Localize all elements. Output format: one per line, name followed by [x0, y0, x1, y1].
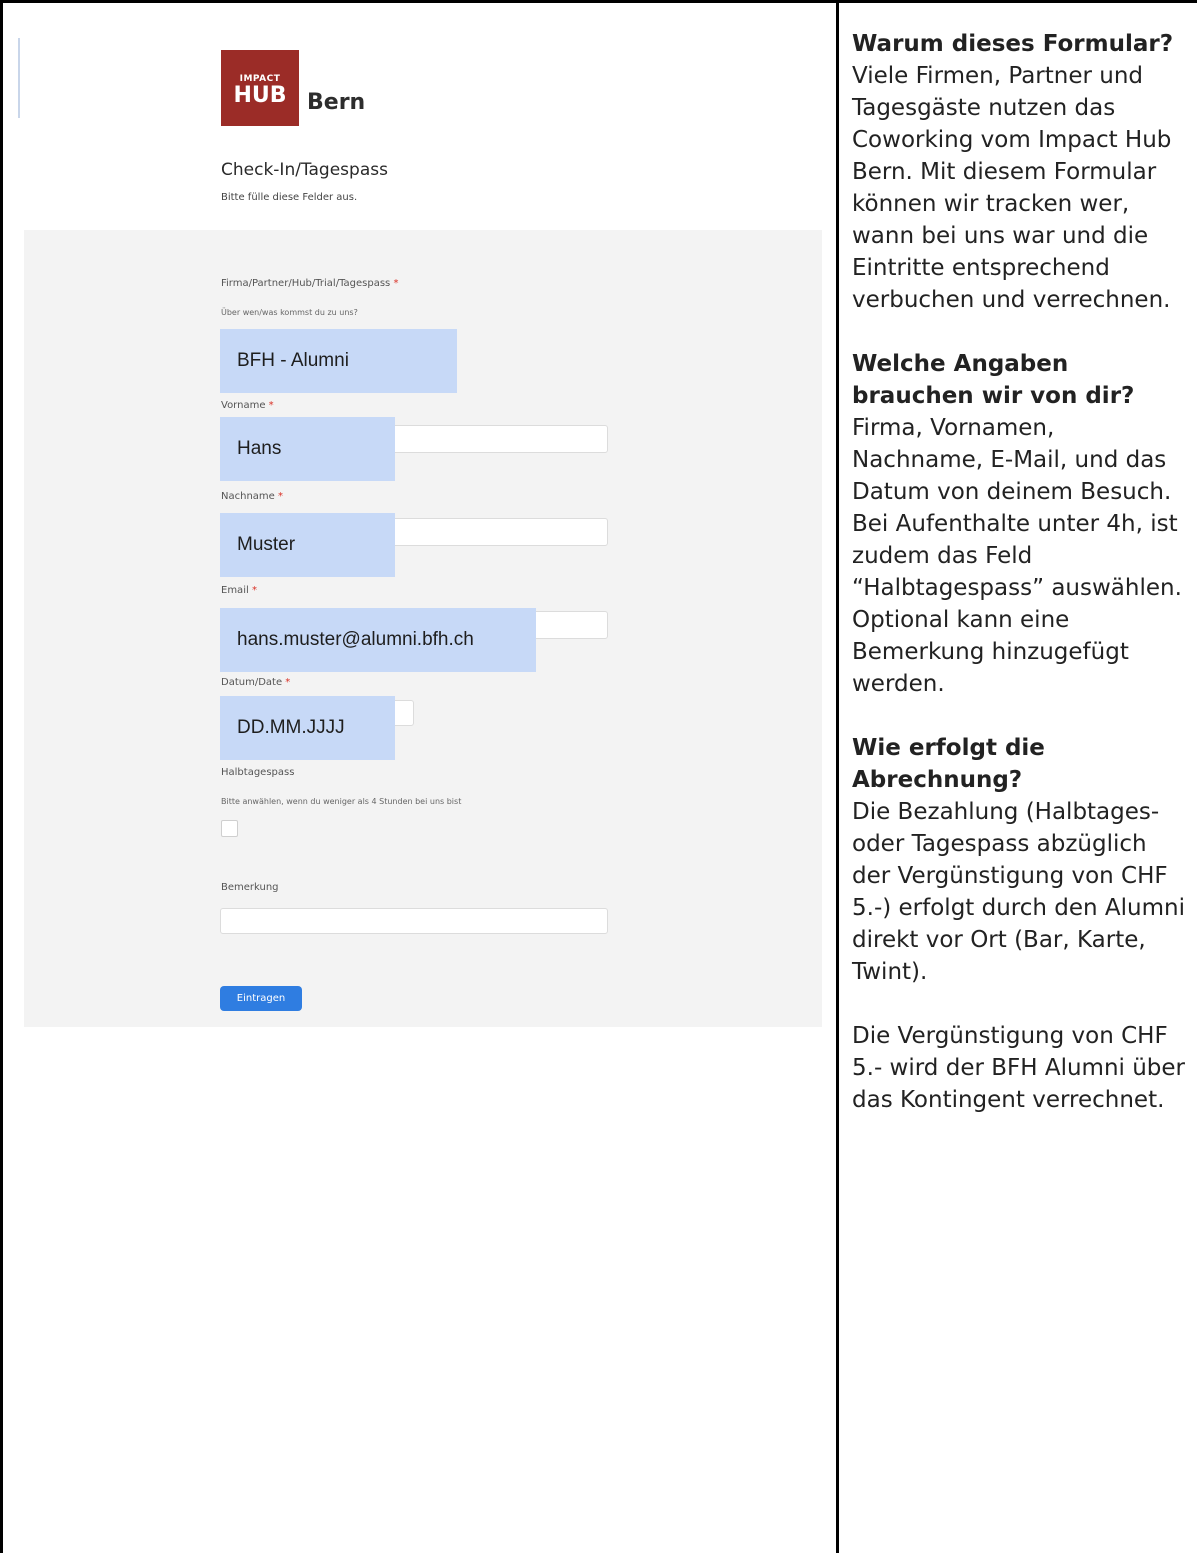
column-divider: [836, 0, 839, 1553]
vorname-label: Vorname *: [221, 400, 274, 411]
info-heading: Warum dieses Formular?: [852, 31, 1174, 57]
halbtag-label: Halbtagespass: [221, 767, 295, 778]
info-paragraph: Die Vergünstigung von CHF 5.- wird der B…: [852, 1023, 1186, 1113]
datum-label: Datum/Date *: [221, 677, 291, 688]
document-frame: IMPACT HUB Bern Check-In/Tagespass Bitte…: [0, 0, 1197, 1553]
impact-hub-logo: IMPACT HUB: [221, 50, 299, 126]
bemerkung-input[interactable]: [220, 908, 608, 934]
frame-border-top: [0, 0, 1197, 3]
nachname-input[interactable]: Muster: [220, 513, 395, 577]
eintragen-button[interactable]: Eintragen: [220, 986, 302, 1011]
firma-label: Firma/Partner/Hub/Trial/Tagespass *: [221, 278, 399, 289]
info-section-billing: Wie erfolgt die Abrechnung? Die Bezahlun…: [852, 732, 1192, 1116]
form-subtitle: Bitte fülle diese Felder aus.: [221, 192, 358, 203]
info-paragraph: Firma, Vornamen, Nachname, E-Mail, und d…: [852, 415, 1182, 697]
vorname-input[interactable]: Hans: [220, 417, 395, 481]
info-section-why: Warum dieses Formular? Viele Firmen, Par…: [852, 28, 1192, 316]
info-heading: Wie erfolgt die Abrechnung?: [852, 735, 1045, 793]
info-paragraph: Die Bezahlung (Halbtages- oder Tagespass…: [852, 799, 1185, 985]
accent-line: [18, 38, 20, 118]
bemerkung-label: Bemerkung: [221, 882, 279, 893]
halbtag-hint: Bitte anwählen, wenn du weniger als 4 St…: [221, 797, 462, 806]
info-panel: Warum dieses Formular? Viele Firmen, Par…: [852, 28, 1192, 1148]
email-input[interactable]: hans.muster@alumni.bfh.ch: [220, 608, 536, 672]
frame-border-left: [0, 0, 3, 1553]
logo-big-text: HUB: [233, 83, 287, 108]
info-heading: Welche Angaben brauchen wir von dir?: [852, 351, 1135, 409]
form-title: Check-In/Tagespass: [221, 160, 388, 180]
logo-location-text: Bern: [307, 90, 366, 115]
email-label: Email *: [221, 585, 257, 596]
info-paragraph: Viele Firmen, Partner und Tagesgäste nut…: [852, 63, 1172, 313]
nachname-label: Nachname *: [221, 491, 283, 502]
datum-input[interactable]: DD.MM.JJJJ: [220, 696, 395, 760]
firma-input[interactable]: BFH - Alumni: [220, 329, 457, 393]
halbtag-checkbox[interactable]: [221, 820, 238, 837]
firma-hint: Über wen/was kommst du zu uns?: [221, 308, 358, 317]
info-section-data: Welche Angaben brauchen wir von dir? Fir…: [852, 348, 1192, 700]
